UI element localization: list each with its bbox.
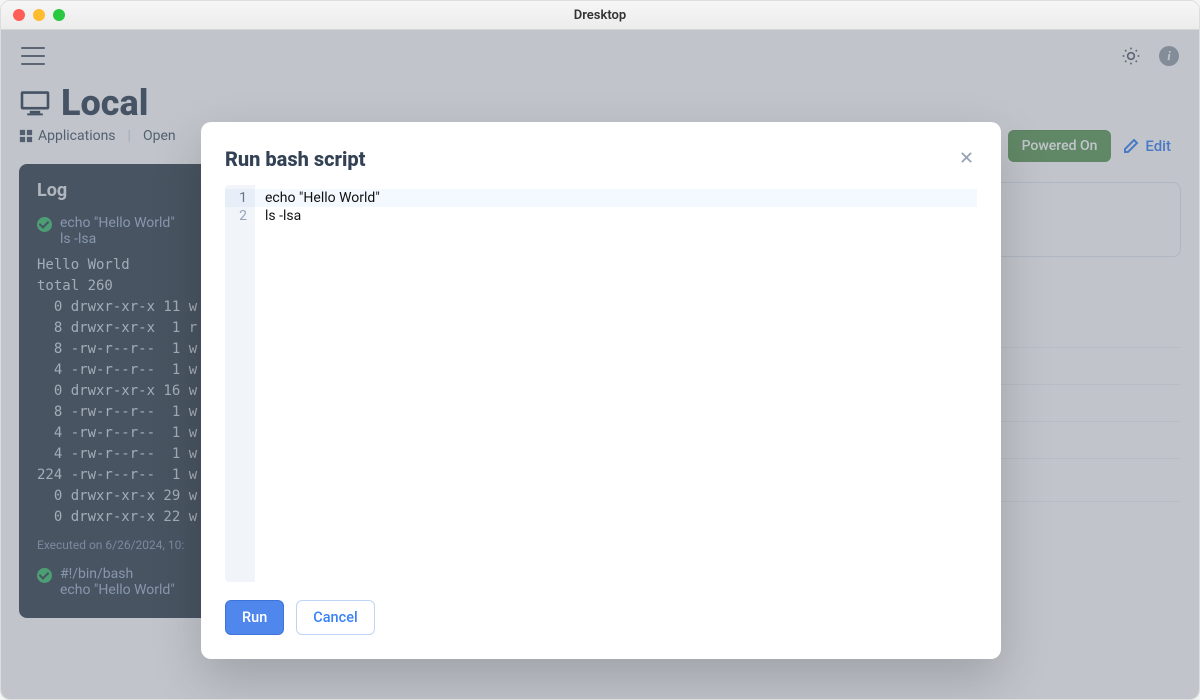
window-close-button[interactable] <box>13 9 25 21</box>
window-maximize-button[interactable] <box>53 9 65 21</box>
window-title: Dresktop <box>574 8 626 23</box>
editor-gutter: 1 2 <box>225 185 255 582</box>
cancel-button[interactable]: Cancel <box>296 600 374 635</box>
modal-close-button[interactable] <box>956 146 977 171</box>
run-button[interactable]: Run <box>225 600 284 635</box>
run-script-modal: Run bash script 1 2 echo "Hello World" l… <box>201 122 1001 659</box>
close-icon <box>960 151 973 164</box>
title-bar: Dresktop <box>1 1 1199 30</box>
editor-code-area[interactable]: echo "Hello World" ls -lsa <box>255 185 977 582</box>
window-minimize-button[interactable] <box>33 9 45 21</box>
script-editor[interactable]: 1 2 echo "Hello World" ls -lsa <box>225 185 977 582</box>
modal-title: Run bash script <box>225 147 365 171</box>
